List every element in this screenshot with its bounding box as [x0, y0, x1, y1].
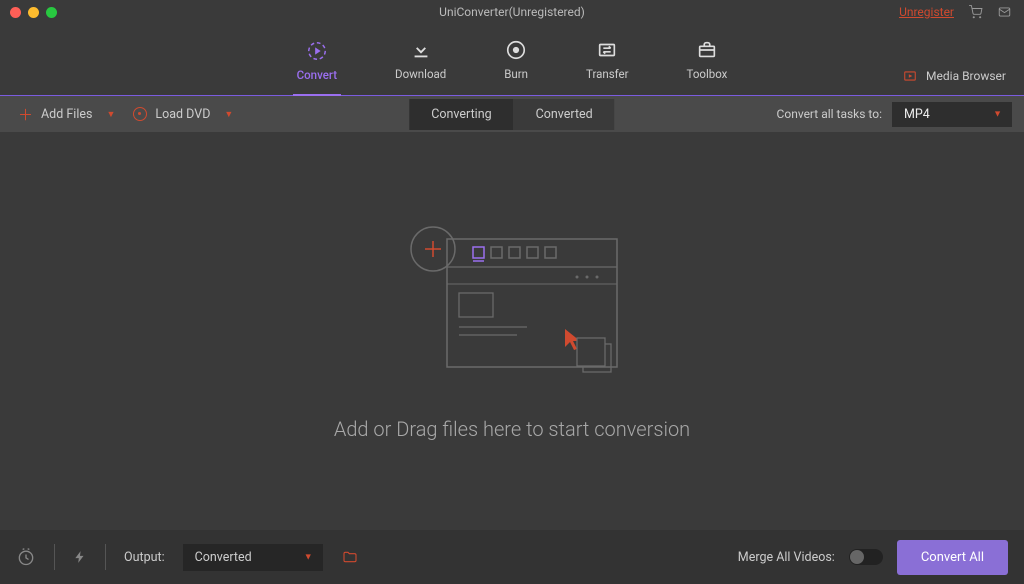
merge-videos-label: Merge All Videos:: [738, 550, 835, 565]
transfer-icon: [596, 39, 618, 61]
media-browser-label: Media Browser: [926, 69, 1006, 83]
maximize-window-button[interactable]: [46, 7, 57, 18]
nav-label: Transfer: [586, 67, 629, 81]
nav-label: Toolbox: [687, 67, 728, 81]
convert-all-button[interactable]: Convert All: [897, 540, 1008, 575]
media-browser-button[interactable]: Media Browser: [902, 69, 1006, 83]
nav-label: Download: [395, 67, 446, 81]
toolbar-right: Convert all tasks to: MP4 ▼: [777, 102, 1012, 127]
schedule-icon[interactable]: [16, 547, 36, 567]
burn-icon: [505, 39, 527, 61]
open-folder-icon[interactable]: [341, 549, 359, 565]
drop-illustration: [397, 221, 627, 391]
close-window-button[interactable]: [10, 7, 21, 18]
load-dvd-label: Load DVD: [155, 107, 210, 122]
titlebar: UniConverter(Unregistered) Unregister: [0, 0, 1024, 24]
convert-icon: [306, 40, 328, 62]
nav-label: Convert: [297, 68, 337, 82]
window-title: UniConverter(Unregistered): [0, 5, 1024, 19]
download-icon: [410, 39, 432, 61]
top-nav: Convert Download Burn Transfer Toolbox: [0, 24, 1024, 96]
toolbar: ＋ Add Files ▼ Load DVD ▼ Converting Conv…: [0, 96, 1024, 132]
bottom-bar-right: Merge All Videos: Convert All: [738, 540, 1008, 575]
separator: [105, 544, 106, 570]
cart-icon[interactable]: [968, 5, 983, 19]
minimize-window-button[interactable]: [28, 7, 39, 18]
window-controls: [10, 7, 57, 18]
message-icon[interactable]: [997, 5, 1012, 19]
chevron-down-icon: ▼: [224, 109, 233, 120]
drop-area[interactable]: Add or Drag files here to start conversi…: [0, 132, 1024, 530]
output-label: Output:: [124, 550, 165, 565]
output-folder-select[interactable]: Converted ▼: [183, 544, 323, 571]
add-files-label: Add Files: [41, 107, 92, 122]
add-files-button[interactable]: ＋ Add Files ▼: [12, 100, 121, 129]
chevron-down-icon: ▼: [304, 552, 313, 563]
format-selected-value: MP4: [904, 107, 930, 122]
tab-converting[interactable]: Converting: [409, 99, 513, 130]
convert-all-tasks-label: Convert all tasks to:: [777, 107, 882, 121]
convert-tabs: Converting Converted: [409, 99, 614, 130]
output-selected-value: Converted: [195, 550, 252, 565]
gpu-accel-icon[interactable]: [73, 547, 87, 567]
nav-label: Burn: [504, 67, 528, 81]
drop-placeholder-text: Add or Drag files here to start conversi…: [334, 417, 690, 441]
chevron-down-icon: ▼: [993, 109, 1002, 120]
app-window: UniConverter(Unregistered) Unregister Co…: [0, 0, 1024, 584]
toggle-knob: [850, 550, 864, 564]
disc-icon: [133, 107, 147, 121]
chevron-down-icon: ▼: [106, 109, 115, 120]
output-format-select[interactable]: MP4 ▼: [892, 102, 1012, 127]
media-browser-icon: [902, 69, 918, 83]
nav-burn[interactable]: Burn: [500, 33, 532, 87]
titlebar-right: Unregister: [899, 5, 1012, 19]
toolbox-icon: [696, 39, 718, 61]
tab-converted[interactable]: Converted: [514, 99, 615, 130]
unregister-link[interactable]: Unregister: [899, 5, 954, 19]
nav-download[interactable]: Download: [391, 33, 450, 87]
nav-toolbox[interactable]: Toolbox: [683, 33, 732, 87]
bottom-bar: Output: Converted ▼ Merge All Videos: Co…: [0, 530, 1024, 584]
merge-videos-toggle[interactable]: [849, 549, 883, 565]
nav-transfer[interactable]: Transfer: [582, 33, 633, 87]
separator: [54, 544, 55, 570]
plus-icon: ＋: [18, 104, 33, 125]
load-dvd-button[interactable]: Load DVD ▼: [127, 103, 239, 126]
nav-convert[interactable]: Convert: [293, 34, 341, 96]
